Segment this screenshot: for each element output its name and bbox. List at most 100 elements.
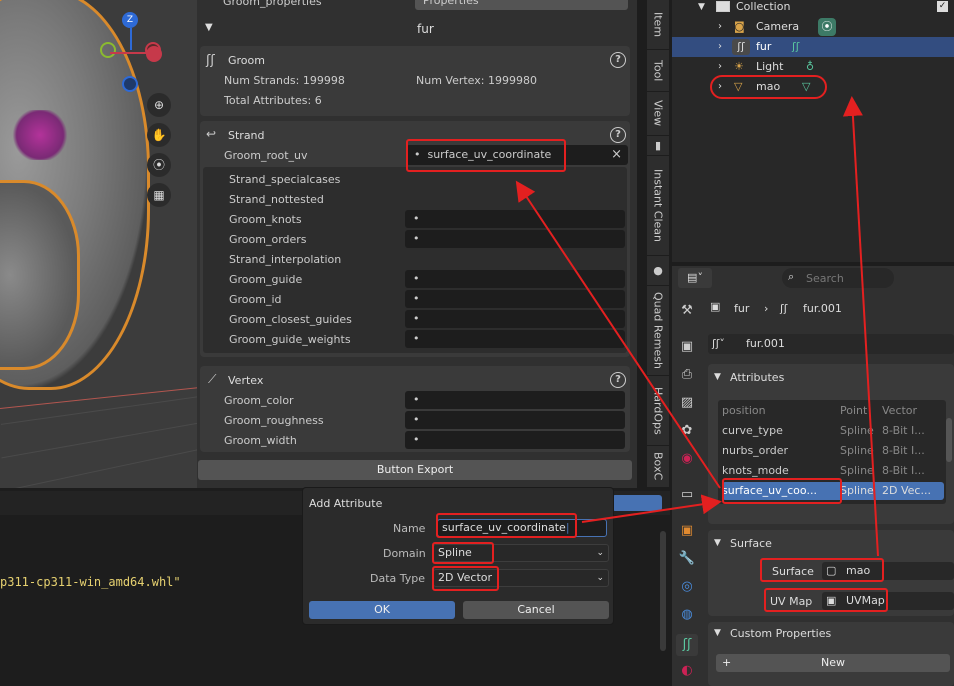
editor-type-icon[interactable]: ▤˅	[678, 268, 712, 288]
strand-attr-field[interactable]: •	[405, 310, 625, 328]
outliner-row-light[interactable]: › ☀ Light ♁	[672, 57, 954, 77]
fur-header-label: fur	[417, 22, 434, 36]
render-icon[interactable]: ▣	[676, 336, 698, 358]
datablock-name: fur.001	[746, 337, 785, 350]
tab-tool[interactable]: Tool	[647, 50, 669, 92]
settings-icon[interactable]: ●	[647, 256, 669, 286]
collapse-arrow-icon[interactable]: ▼	[714, 628, 721, 638]
3d-viewport[interactable]: Z ⊕ ✋ ⦿ ▦	[0, 0, 200, 488]
surface-title: Surface	[730, 537, 772, 550]
attribute-name: curve_type	[722, 424, 783, 437]
new-property-button[interactable]: + New	[716, 654, 950, 672]
strand-attr-field[interactable]: •	[405, 270, 625, 288]
outliner-row-camera[interactable]: › ◙ Camera ⦿	[672, 17, 954, 37]
vertex-section: ⟋ Vertex ? Groom_color • Groom_roughness • G…	[200, 366, 630, 452]
physics-icon[interactable]: ◍	[676, 604, 698, 626]
export-button[interactable]: Button Export	[198, 460, 632, 480]
datatype-label: Data Type	[370, 572, 426, 585]
expand-arrow-icon[interactable]: ▼	[698, 0, 705, 17]
collection-icon[interactable]: ▭	[676, 484, 698, 506]
gizmo-y-neg[interactable]	[100, 42, 116, 58]
object-icon[interactable]: ▣	[676, 520, 698, 542]
attribute-row[interactable]: nurbs_order Spline 8-Bit I...	[722, 442, 944, 460]
console-text: p311-cp311-win_amd64.whl"	[0, 575, 181, 589]
particles-icon[interactable]: ◎	[676, 576, 698, 598]
collapse-arrow-icon[interactable]: ▼	[714, 538, 721, 548]
modifier-icon[interactable]: 🔧	[676, 548, 698, 570]
datablock-selector[interactable]: ʃʃ˅ fur.001	[708, 334, 954, 354]
strand-attr-field[interactable]: •	[405, 330, 625, 348]
camera-icon[interactable]: ⦿	[147, 153, 171, 177]
annotation-box-uvmap	[764, 588, 888, 612]
attribute-type: 2D Vec...	[882, 484, 931, 497]
output-icon[interactable]: ⎙	[676, 364, 698, 386]
tab-view[interactable]: View	[647, 92, 669, 136]
attribute-row[interactable]: curve_type Spline 8-Bit I...	[722, 422, 944, 440]
gizmo-x-axis[interactable]	[146, 46, 162, 62]
scene-icon[interactable]: ✿	[676, 420, 698, 442]
bookmark-icon[interactable]: ▮	[647, 136, 669, 156]
curves-data-icon[interactable]: ʃʃ	[676, 634, 698, 656]
search-placeholder: Search	[806, 272, 844, 285]
console-scrollbar[interactable]	[660, 531, 666, 651]
clear-icon[interactable]: ×	[611, 145, 622, 165]
attribute-header-row[interactable]: position Point Vector	[722, 402, 944, 420]
collapse-arrow-icon[interactable]: ▼	[714, 372, 721, 382]
vertex-attr-field[interactable]: •	[405, 411, 625, 429]
light-data-icon[interactable]: ♁	[806, 57, 814, 77]
curves-icon: ʃʃ	[732, 39, 750, 55]
groom-properties-panel: Groom_properties Properties ▼ fur ʃʃ Gro…	[197, 0, 637, 488]
outliner-label: fur	[756, 40, 772, 53]
ok-button[interactable]: OK	[309, 601, 455, 619]
scrollbar[interactable]	[946, 418, 952, 462]
strand-attr-label: Strand_specialcases	[229, 173, 341, 186]
strand-attr-field[interactable]: •	[405, 210, 625, 228]
view-layer-icon[interactable]: ▨	[676, 392, 698, 414]
annotation-box-datatype	[432, 566, 499, 591]
attribute-name: position	[722, 404, 766, 417]
gizmo-z-neg[interactable]	[122, 76, 138, 92]
tab-quad-remesh[interactable]: Quad Remesh	[647, 286, 669, 376]
fur-header[interactable]: ▼ fur	[197, 18, 637, 42]
help-icon[interactable]: ?	[610, 127, 626, 143]
tab-boxcutter[interactable]: BoxC	[647, 446, 669, 488]
zoom-icon[interactable]: ⊕	[147, 93, 171, 117]
grid-icon[interactable]: ▦	[147, 183, 171, 207]
outliner-row-collection[interactable]: ▼ Collection ✓	[672, 0, 954, 17]
gizmo-z-axis[interactable]: Z	[122, 12, 138, 28]
checkbox-icon[interactable]: ✓	[937, 1, 948, 12]
expand-arrow-icon[interactable]: ›	[718, 37, 722, 57]
plus-icon: +	[722, 656, 732, 669]
custom-properties-panel: ▼ Custom Properties + New	[708, 622, 954, 686]
tab-instant-clean[interactable]: Instant Clean	[647, 156, 669, 256]
strand-attr-field[interactable]: •	[405, 230, 625, 248]
camera-object-icon: ◙	[734, 20, 745, 33]
tab-hardops[interactable]: HardOps	[647, 376, 669, 446]
attributes-title: Attributes	[730, 371, 785, 384]
tab-item[interactable]: Item	[647, 0, 669, 50]
breadcrumb-object: fur	[734, 302, 750, 315]
search-field[interactable]: ⌕ Search	[782, 268, 894, 288]
expand-arrow-icon[interactable]: ›	[718, 17, 722, 37]
groom-title: Groom	[228, 54, 265, 67]
expand-arrow-icon[interactable]: ›	[718, 57, 722, 77]
help-icon[interactable]: ?	[610, 52, 626, 68]
world-icon[interactable]: ◉	[676, 448, 698, 470]
material-icon[interactable]: ◐	[676, 660, 698, 682]
outliner-row-fur[interactable]: › ʃʃ fur ʃʃ	[672, 37, 954, 57]
vertex-attr-field[interactable]: •	[405, 391, 625, 409]
hand-icon[interactable]: ✋	[147, 123, 171, 147]
strand-attr-field[interactable]: •	[405, 290, 625, 308]
vertex-attr-field[interactable]: •	[405, 431, 625, 449]
tool-icon[interactable]: ⚒	[676, 300, 698, 322]
properties-dropdown[interactable]: Properties	[415, 0, 628, 10]
annotation-box-surface	[760, 558, 884, 582]
curves-data-icon[interactable]: ʃʃ	[792, 37, 799, 57]
help-icon[interactable]: ?	[610, 372, 626, 388]
curves-icon: ʃʃ	[780, 302, 788, 315]
num-strands: Num Strands: 199998	[224, 74, 345, 87]
camera-data-icon[interactable]: ⦿	[818, 18, 836, 36]
console-view-toggle[interactable]	[612, 495, 662, 511]
attribute-name: nurbs_order	[722, 444, 789, 457]
cancel-button[interactable]: Cancel	[463, 601, 609, 619]
